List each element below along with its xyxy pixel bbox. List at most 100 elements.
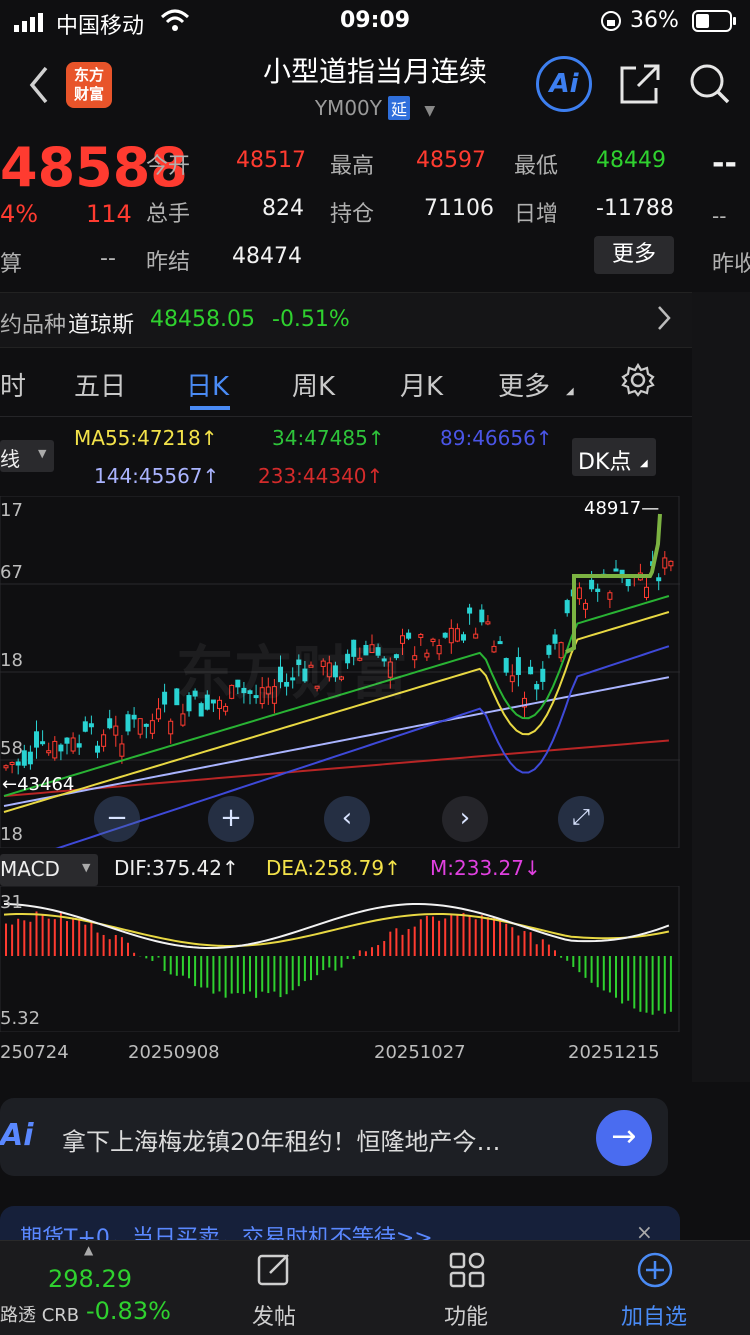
macd-bar	[54, 919, 56, 956]
search-icon[interactable]	[688, 62, 732, 110]
candle	[657, 578, 661, 581]
candle	[480, 610, 484, 622]
ma34-label: 34:47485↑	[272, 426, 385, 450]
ai-news-banner[interactable]: Ai 拿下上海梅龙镇20年租约！恒隆地产今… →	[0, 1098, 668, 1176]
candle	[669, 561, 673, 565]
macd-bar	[341, 956, 343, 968]
macd-bar	[438, 921, 440, 956]
related-name: 道琼斯	[68, 307, 134, 339]
right-panel-bg	[692, 292, 750, 1082]
macd-bar	[90, 923, 92, 956]
macd-bar	[371, 947, 373, 956]
ma-selector[interactable]: 线 ▼	[0, 440, 54, 472]
volume-value: 824	[262, 196, 304, 221]
related-contract-bar[interactable]: 约品种 道琼斯 48458.05 -0.51%	[0, 292, 692, 348]
candle	[41, 742, 45, 744]
tab-daily-k[interactable]: 日K	[186, 366, 229, 403]
candle	[614, 569, 618, 571]
pan-left-button[interactable]: ‹	[324, 796, 370, 842]
macd-bar	[603, 956, 605, 990]
date-label-1: 250724	[0, 1042, 69, 1063]
related-value: 48458.05	[150, 307, 255, 332]
macd-bar	[66, 921, 68, 956]
promo-ticker[interactable]: 期货T+0，当日买卖，交易时机不等待>> ×	[0, 1206, 680, 1240]
candle	[96, 746, 100, 752]
macd-selector[interactable]: MACD ▼	[0, 854, 98, 886]
tab-five-day[interactable]: 五日	[74, 366, 126, 403]
ai-button[interactable]: Ai	[536, 56, 592, 112]
function-button[interactable]: 功能	[406, 1241, 526, 1335]
macd-bar	[212, 956, 214, 994]
tab-weekly-k[interactable]: 周K	[292, 366, 335, 403]
divider	[0, 416, 692, 417]
chevron-down-icon: ▼	[82, 861, 90, 874]
close-icon[interactable]: ×	[636, 1220, 653, 1240]
candle	[486, 622, 490, 624]
dk-point-button[interactable]: DK点 ◢	[572, 438, 656, 476]
candle	[181, 714, 185, 725]
post-button[interactable]: 发帖	[214, 1241, 334, 1335]
macd-bar	[408, 929, 410, 956]
macd-bar	[463, 913, 465, 956]
macd-bar	[548, 945, 550, 956]
index-widget[interactable]: ▲ 298.29 路透 CRB -0.83%	[0, 1241, 186, 1335]
add-watchlist-button[interactable]: 加自选	[594, 1241, 714, 1335]
macd-bar	[591, 956, 593, 983]
candle	[541, 669, 545, 681]
macd-bar	[615, 956, 617, 998]
candle	[65, 738, 69, 743]
macd-bar	[103, 935, 105, 956]
macd-bar	[469, 916, 471, 956]
settle-label: 算	[0, 246, 22, 278]
clock: 09:09	[340, 8, 410, 33]
macd-bar	[286, 956, 288, 994]
zoom-in-button[interactable]: +	[208, 796, 254, 842]
macd-bar	[237, 956, 239, 993]
candle	[413, 656, 417, 660]
macd-bar	[383, 941, 385, 956]
y-axis-bottom: 18	[0, 824, 23, 845]
pan-right-button[interactable]: ›	[442, 796, 488, 842]
macd-bar	[639, 956, 641, 1012]
macd-bar	[11, 925, 13, 956]
zoom-out-button[interactable]: −	[94, 796, 140, 842]
tab-more[interactable]: 更多	[498, 366, 550, 403]
related-change: -0.51%	[272, 307, 350, 332]
candle	[443, 633, 447, 637]
macd-bar	[133, 953, 135, 956]
macd-bar	[353, 956, 355, 959]
arrow-right-icon[interactable]: →	[596, 1110, 652, 1166]
macd-bar	[377, 945, 379, 956]
promo-text: 期货T+0，当日买卖，交易时机不等待>>	[20, 1220, 433, 1240]
macd-bar	[505, 924, 507, 956]
tab-intraday[interactable]: 时	[0, 366, 26, 403]
candle	[132, 715, 136, 719]
candle	[16, 762, 20, 765]
ma233-label: 233:44340↑	[258, 464, 383, 488]
gear-icon[interactable]	[620, 362, 656, 402]
macd-bar	[188, 956, 190, 978]
macd-bar	[646, 956, 648, 1013]
date-label-3: 20251027	[374, 1042, 466, 1063]
candle	[419, 635, 423, 638]
candle	[498, 642, 502, 644]
y-axis-3: 18	[0, 650, 23, 671]
candle	[35, 732, 39, 747]
more-quote-button[interactable]: 更多	[594, 236, 674, 274]
chevron-right-icon	[656, 303, 672, 337]
fullscreen-icon[interactable]: ⤢	[558, 796, 604, 842]
carrier-label: 中国移动	[56, 8, 144, 40]
macd-bar	[664, 956, 666, 1014]
battery-percent: 36%	[630, 8, 679, 33]
orientation-lock-icon	[600, 10, 622, 38]
macd-bar	[17, 919, 19, 956]
macd-bar	[585, 956, 587, 978]
macd-bar	[298, 956, 300, 986]
macd-bar	[97, 933, 99, 956]
macd-bar	[115, 935, 117, 956]
tab-monthly-k[interactable]: 月K	[400, 366, 443, 403]
chevron-down-icon: ▼	[424, 103, 435, 119]
share-icon[interactable]	[618, 62, 662, 110]
macd-chart[interactable]	[0, 886, 680, 1032]
candle	[663, 558, 667, 568]
